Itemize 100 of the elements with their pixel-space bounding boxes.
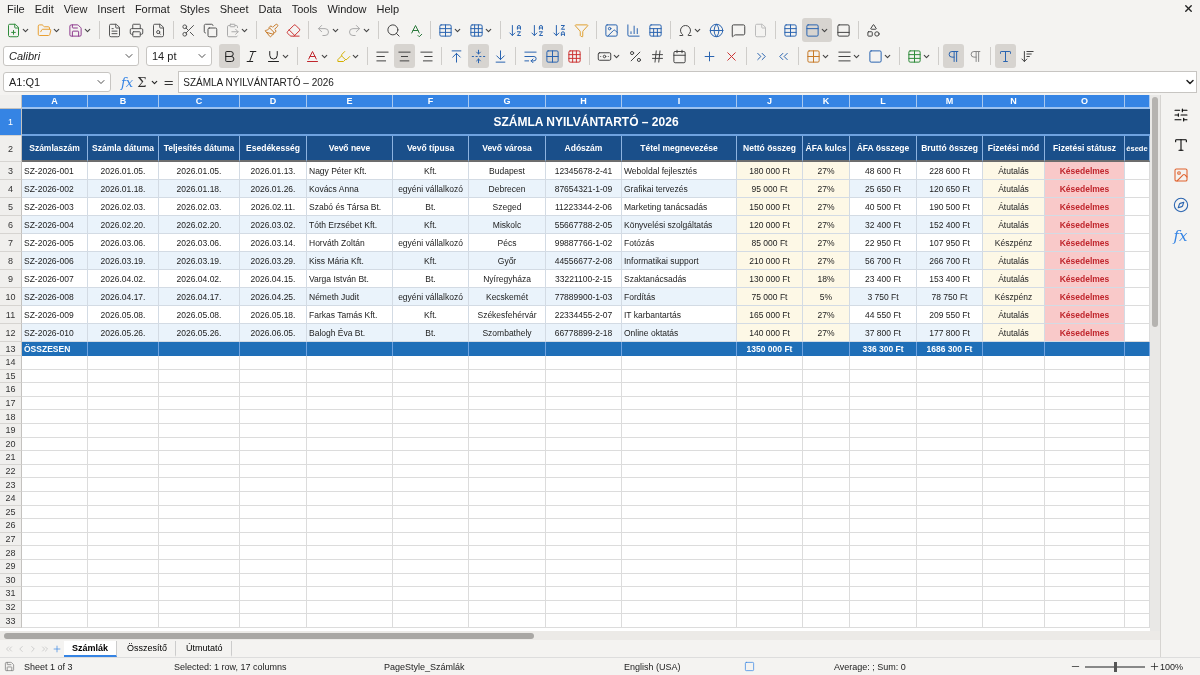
menu-item[interactable]: Data [253, 2, 287, 15]
row-number[interactable]: 6 [0, 216, 22, 234]
row-number[interactable]: 33 [0, 614, 22, 628]
table-cell: 55667788-2-05 [546, 216, 622, 234]
menu-item[interactable]: Insert [92, 2, 130, 15]
row-number[interactable]: 12 [0, 324, 22, 342]
table-cell: 2026.05.08. [88, 306, 159, 324]
table-cell: Késedelmes [1045, 306, 1125, 324]
sum-button[interactable]: Σ [137, 74, 147, 90]
row-number[interactable]: 5 [0, 198, 22, 216]
table-cell: 18% [803, 270, 850, 288]
table-cell: 56 700 Ft [850, 252, 917, 270]
table-cell: Szabó és Társa Bt. [307, 198, 393, 216]
column-header[interactable]: M [917, 95, 983, 109]
row-number[interactable]: 7 [0, 234, 22, 252]
table-cell: Online oktatás [622, 324, 737, 342]
name-box[interactable]: A1:Q1 [3, 72, 111, 92]
column-header[interactable]: C [159, 95, 240, 109]
row-number[interactable]: 2 [0, 136, 22, 162]
menu-item[interactable]: Window [322, 2, 372, 15]
column-header[interactable]: F [393, 95, 469, 109]
table-cell: 2026.01.18. [88, 180, 159, 198]
row-number[interactable]: 8 [0, 252, 22, 270]
column-header[interactable]: L [850, 95, 917, 109]
table-cell: 2026.05.26. [88, 324, 159, 342]
table-cell: Németh Judit [307, 288, 393, 306]
sheet-tab[interactable]: Összesítő [119, 640, 177, 657]
table-cell: Átutalás [983, 180, 1045, 198]
menu-item[interactable]: Help [371, 2, 405, 15]
row-number[interactable]: 9 [0, 270, 22, 288]
table-cell: 40 500 Ft [850, 198, 917, 216]
row-number[interactable]: 26 [0, 519, 22, 533]
zoom-level: 100% [1160, 661, 1185, 672]
table-cell: 210 000 Ft [737, 252, 803, 270]
table-cell: 5% [803, 288, 850, 306]
menu-item[interactable]: Format [129, 2, 175, 15]
table-cell: SZ-2026-002 [22, 180, 88, 198]
table-cell: 2026.03.06. [88, 234, 159, 252]
table-cell: Késedelmes [1045, 252, 1125, 270]
table-cell: ÖSSZESEN [22, 342, 88, 356]
column-header[interactable]: A [22, 95, 88, 109]
menu-item[interactable]: Edit [29, 2, 59, 15]
menu-item[interactable]: View [58, 2, 93, 15]
table-cell: Budapest [469, 162, 546, 180]
table-cell: 2026.03.06. [159, 234, 240, 252]
row-number[interactable]: 1 [0, 109, 22, 136]
row-number[interactable]: 10 [0, 288, 22, 306]
formula-input-field[interactable]: SZÁMLA NYILVÁNTARTÓ – 2026 [178, 71, 1197, 93]
menu-item[interactable]: Styles [174, 2, 215, 15]
table-cell: 120 650 Ft [917, 180, 983, 198]
table-cell: 23 400 Ft [850, 270, 917, 288]
column-header[interactable]: E [307, 95, 393, 109]
table-cell: Átutalás [983, 270, 1045, 288]
table-cell: Késedelmes [1045, 234, 1125, 252]
column-header[interactable]: K [803, 95, 850, 109]
table-cell: Horváth Zoltán [307, 234, 393, 252]
table-cell: Szombathely [469, 324, 546, 342]
table-cell: 2026.04.02. [88, 270, 159, 288]
row-number[interactable]: 16 [0, 383, 22, 397]
table-cell: Átutalás [983, 198, 1045, 216]
table-cell: Átutalás [983, 162, 1045, 180]
column-header[interactable]: O [1045, 95, 1125, 109]
table-cell: SZ-2026-007 [22, 270, 88, 288]
font-size-field[interactable]: 14 pt [146, 46, 212, 66]
menu-item[interactable]: Sheet [214, 2, 254, 15]
row-number[interactable]: 23 [0, 478, 22, 492]
table-cell: 2026.04.02. [159, 270, 240, 288]
formula-button[interactable]: = [163, 74, 175, 90]
column-heading: ÁFA kulcs [803, 136, 850, 162]
row-number[interactable]: 4 [0, 180, 22, 198]
row-number[interactable]: 18 [0, 410, 22, 424]
column-header[interactable]: N [983, 95, 1045, 109]
table-cell: Weboldal fejlesztés [622, 162, 737, 180]
row-number[interactable]: 3 [0, 162, 22, 180]
table-cell: SZ-2026-004 [22, 216, 88, 234]
table-cell: 27% [803, 162, 850, 180]
table-cell: Debrecen [469, 180, 546, 198]
column-header[interactable]: D [240, 95, 307, 109]
column-header[interactable]: J [737, 95, 803, 109]
menu-item[interactable]: File [2, 2, 30, 15]
sheet-tab[interactable]: Számlák [64, 640, 118, 657]
row-number[interactable]: 31 [0, 587, 22, 601]
menu-item[interactable]: Tools [286, 2, 323, 15]
row-number[interactable]: 14 [0, 356, 22, 370]
column-header[interactable]: B [88, 95, 159, 109]
table-cell: Pécs [469, 234, 546, 252]
table-cell: 2026.04.15. [240, 270, 307, 288]
table-cell: 2026.04.17. [88, 288, 159, 306]
column-header[interactable]: H [546, 95, 622, 109]
column-header[interactable]: I [622, 95, 737, 109]
table-cell: 152 400 Ft [917, 216, 983, 234]
sheet-tab[interactable]: Útmutató [178, 640, 232, 657]
table-cell: 2026.03.29. [240, 252, 307, 270]
table-cell: Késedelmes [1045, 216, 1125, 234]
row-number[interactable]: 13 [0, 342, 22, 356]
row-number[interactable]: 28 [0, 546, 22, 560]
row-number[interactable]: 11 [0, 306, 22, 324]
column-header[interactable]: G [469, 95, 546, 109]
row-number[interactable]: 21 [0, 451, 22, 465]
font-name-field[interactable]: Calibri [3, 46, 139, 66]
